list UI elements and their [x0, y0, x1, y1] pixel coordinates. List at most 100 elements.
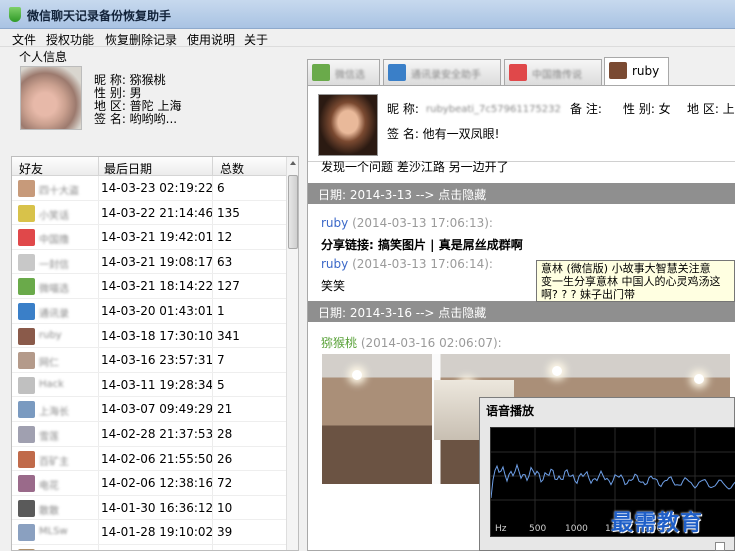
column-divider	[212, 225, 213, 249]
tab-label: 微信选	[335, 70, 365, 81]
friend-avatar	[18, 475, 35, 493]
column-divider	[98, 446, 99, 471]
contact-region: 地 区: 上	[687, 102, 735, 116]
table-row[interactable]: ruby 14-03-18 17:30:10 341	[12, 323, 286, 349]
last-date: 14-03-07 09:49:29	[101, 402, 214, 417]
friend-avatar	[18, 352, 35, 370]
message-count: 39	[217, 525, 233, 540]
last-date: 14-03-22 21:14:46	[101, 205, 214, 220]
link-preview-tooltip: 意林 (微信版) 小故事大智慧关注意 变一生分享意林 中国人的心灵鸡汤这 啊? …	[536, 260, 735, 302]
menu-file[interactable]: 文件	[12, 31, 36, 48]
table-row[interactable]: 雪莲 14-02-28 21:37:53 28	[12, 421, 286, 447]
message-header: ruby (2014-03-13 17:06:13):	[321, 216, 493, 230]
scrollbar-thumb[interactable]	[288, 175, 298, 249]
contact-avatar	[318, 94, 378, 156]
message-header: ruby (2014-03-13 17:06:14):	[321, 257, 493, 271]
tab-legend[interactable]: 中国撸传说	[504, 59, 602, 85]
column-header-friend[interactable]: 好友	[19, 160, 43, 177]
message-text[interactable]: 分享链接: 搞笑图片 | 真是屌丝成群啊	[321, 236, 523, 253]
friend-name: 通讯录	[39, 308, 69, 320]
watermark-text: 最需教育	[611, 510, 704, 536]
date-toggle-bar[interactable]: 日期: 2014-3-13 --> 点击隐藏	[308, 183, 735, 204]
table-row[interactable]: MLSw 14-01-28 19:10:02 39	[12, 520, 286, 545]
friend-avatar	[18, 302, 35, 320]
tab-ruby[interactable]: ruby	[604, 57, 669, 85]
column-divider	[212, 249, 213, 274]
table-row[interactable]: 小笑话 14-03-22 21:14:46 135	[12, 200, 286, 226]
message-count: 6	[217, 181, 225, 195]
last-date: 14-03-21 19:42:01	[101, 230, 214, 245]
photo-light	[552, 366, 562, 376]
column-divider	[212, 372, 213, 397]
menu-restore-deleted[interactable]: 恢复删除记录	[105, 31, 177, 48]
tab-avatar-icon	[312, 64, 330, 81]
axis-label: 500	[529, 524, 547, 534]
contact-gender: 性 别: 女	[623, 102, 671, 116]
scroll-up-arrow-icon[interactable]	[290, 161, 296, 165]
tab-wechat-select[interactable]: 微信选	[307, 59, 380, 85]
table-row[interactable]: 四十大盗 14-03-23 02:19:22 6	[12, 176, 286, 201]
friend-avatar	[18, 229, 35, 247]
column-header-total[interactable]: 总数	[220, 160, 244, 177]
table-row[interactable]: 散散 14-01-30 16:36:12 10	[12, 495, 286, 521]
table-row[interactable]: 小鱼14-01-28 12:18:413	[12, 544, 286, 550]
friend-name: 雪莲	[39, 431, 59, 443]
column-divider	[98, 544, 99, 550]
axis-label: 1000	[565, 524, 588, 534]
sender-name: 猕猴桃	[321, 336, 358, 350]
column-divider	[212, 421, 213, 446]
last-date: 14-03-21 18:14:22	[101, 279, 214, 294]
contact-signature: 签 名: 他有一双凤眼!	[387, 127, 500, 141]
column-divider	[98, 520, 99, 544]
table-row[interactable]: 微喵选 14-03-21 18:14:22 127	[12, 274, 286, 299]
column-divider	[98, 200, 99, 225]
message-count: 26	[217, 451, 233, 466]
friend-name: 电花	[39, 481, 59, 493]
sender-name: ruby	[321, 257, 349, 271]
last-date: 14-03-11 19:28:34	[101, 377, 214, 392]
friend-name: 四十大盗	[39, 186, 79, 197]
profile-signature: 签 名: 哟哟哟...	[94, 112, 178, 126]
table-row[interactable]: Hack 14-03-11 19:28:34 5	[12, 372, 286, 398]
friend-avatar	[18, 376, 35, 394]
menu-help[interactable]: 使用说明	[187, 31, 235, 48]
message-text: 笑笑	[321, 279, 346, 293]
column-divider	[98, 176, 99, 200]
table-row[interactable]: 电花 14-02-06 12:38:16 72	[12, 471, 286, 496]
friend-name: 中国撸	[39, 235, 69, 247]
column-divider	[212, 200, 213, 225]
checkbox[interactable]	[715, 542, 725, 551]
tab-label: 中国撸传说	[532, 70, 582, 81]
column-divider	[98, 471, 99, 495]
friend-avatar	[18, 425, 35, 443]
column-divider	[98, 249, 99, 274]
message-count: 5	[217, 377, 225, 392]
contact-nickname-value: rubybeati_7c57961175232	[426, 104, 561, 115]
table-row[interactable]: 通讯录 14-03-20 01:43:01 1	[12, 298, 286, 324]
header-divider	[98, 157, 99, 176]
column-divider	[98, 421, 99, 446]
spectrum-waveform	[490, 463, 735, 499]
friend-list-scrollbar[interactable]	[286, 157, 298, 550]
table-row[interactable]: 网仁 14-03-16 23:57:31 7	[12, 348, 286, 373]
menu-license[interactable]: 授权功能	[46, 31, 94, 48]
contact-nickname-label: 昵 称:	[387, 102, 419, 116]
friend-name: 小笑话	[39, 210, 69, 222]
column-divider	[98, 372, 99, 397]
tab-contacts-helper[interactable]: 通讯录安全助手	[383, 59, 501, 85]
column-header-last-date[interactable]: 最后日期	[104, 160, 152, 177]
column-divider	[212, 176, 213, 200]
table-row[interactable]: 中国撸 14-03-21 19:42:01 12	[12, 225, 286, 250]
table-row[interactable]: 上海长 14-03-07 09:49:29 21	[12, 397, 286, 422]
message-count: 127	[217, 279, 240, 294]
table-row[interactable]: 一封信 14-03-21 19:08:17 63	[12, 249, 286, 275]
last-date: 14-01-30 16:36:12	[101, 500, 214, 515]
menu-about[interactable]: 关于	[244, 31, 268, 48]
last-date: 14-03-23 02:19:22	[101, 181, 214, 195]
column-divider	[212, 446, 213, 471]
last-date: 14-03-16 23:57:31	[101, 353, 214, 368]
table-row[interactable]: 百矿主 14-02-06 21:55:50 26	[12, 446, 286, 472]
column-divider	[212, 323, 213, 348]
date-toggle-bar[interactable]: 日期: 2014-3-16 --> 点击隐藏	[308, 301, 735, 322]
message-text: 发现一个问题 差沙江路 另一边开了	[321, 160, 509, 174]
